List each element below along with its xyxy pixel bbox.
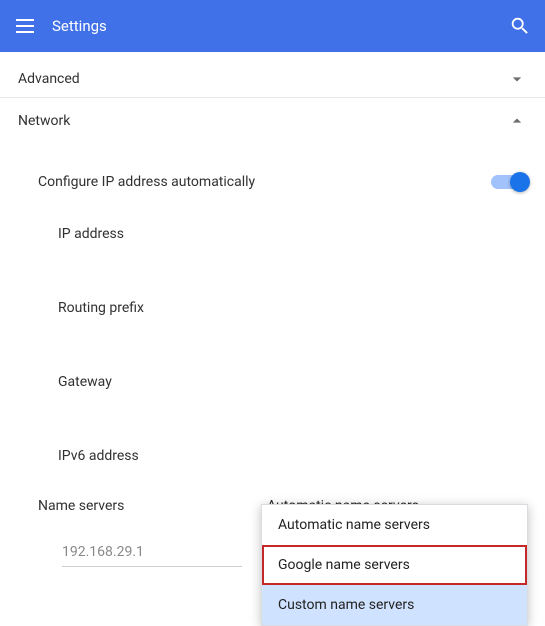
name-servers-dropdown-menu: Automatic name servers Google name serve… xyxy=(261,504,528,626)
gateway-label: Gateway xyxy=(18,356,527,430)
dropdown-option-google[interactable]: Google name servers xyxy=(262,545,527,585)
content: Advanced Network Configure IP address au… xyxy=(0,52,545,567)
section-advanced-label: Advanced xyxy=(18,71,80,87)
dropdown-option-custom[interactable]: Custom name servers xyxy=(262,585,527,625)
configure-ip-auto-row: Configure IP address automatically xyxy=(18,154,527,208)
chevron-down-icon xyxy=(507,69,527,89)
configure-ip-auto-label: Configure IP address automatically xyxy=(38,174,255,190)
ipv6-address-label: IPv6 address xyxy=(18,430,527,488)
chevron-up-icon xyxy=(507,111,527,131)
ip-address-label: IP address xyxy=(18,208,527,282)
name-server-ip-input[interactable] xyxy=(62,538,242,567)
configure-ip-auto-toggle[interactable] xyxy=(491,175,527,189)
section-network[interactable]: Network xyxy=(0,98,545,144)
section-advanced[interactable]: Advanced xyxy=(0,52,545,98)
routing-prefix-label: Routing prefix xyxy=(18,282,527,356)
name-servers-label: Name servers xyxy=(38,498,124,514)
menu-icon[interactable] xyxy=(14,15,36,37)
search-icon[interactable] xyxy=(509,15,531,37)
section-network-label: Network xyxy=(18,113,70,129)
settings-header: Settings xyxy=(0,0,545,52)
page-title: Settings xyxy=(52,17,107,35)
dropdown-option-automatic[interactable]: Automatic name servers xyxy=(262,505,527,545)
